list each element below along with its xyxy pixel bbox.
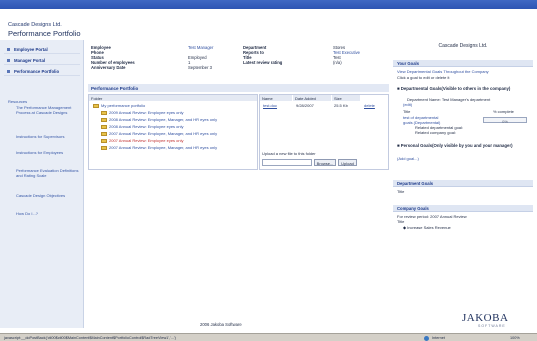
footer-copyright: 2006 Jakoba Software — [200, 322, 242, 327]
company-goal-item: ◆ Increase Sales Revenue — [403, 225, 451, 230]
resources-heading: Resources — [8, 99, 28, 104]
file-size-header: Size — [332, 95, 360, 101]
file-name-header: Name — [260, 95, 292, 101]
file-date: 9/28/2007 — [296, 103, 314, 108]
browser-status-bar: javascript:__doPostBack('ctl00$ctl00$Mai… — [0, 333, 537, 341]
bullet-icon — [7, 70, 10, 73]
folder-label: 2007 Annual Review: Employee, Manager, a… — [109, 145, 218, 150]
your-goals-header: Your Goals — [393, 60, 533, 67]
company-goal-text: Increase Sales Revenue — [407, 225, 451, 230]
folder-root[interactable]: My performance portfolio — [93, 103, 145, 109]
status-url: javascript:__doPostBack('ctl00$ctl00$Mai… — [4, 335, 176, 340]
jakoba-logo: JAKOBA — [462, 312, 509, 324]
security-zone: Internet — [432, 335, 445, 340]
sidebar: Employee Portal Manager Portal Performan… — [0, 40, 84, 328]
nav-performance-portfolio[interactable]: Performance Portfolio — [4, 67, 80, 76]
globe-icon — [424, 335, 429, 341]
latest-rating-value: (n/a) — [333, 60, 342, 65]
folder-label: 2007 Annual Review: Employee, Manager, a… — [109, 131, 218, 136]
file-date-header: Date Added — [293, 95, 331, 101]
personal-goals-title: ■ Personal Goals(Only visible by you and… — [397, 143, 513, 148]
nav-label: Manager Portal — [14, 58, 46, 63]
goals-panel: Cascade Designs Ltd. Your Goals View Dep… — [393, 40, 533, 328]
company-name: Cascade Designs Ltd. — [8, 22, 62, 28]
department-goals-header: Department Goals — [393, 180, 533, 187]
folder-label: 2007 Annual Review: Employee eyes only — [109, 138, 184, 143]
folder-icon — [101, 117, 107, 122]
folder-icon — [101, 138, 107, 143]
add-goal-link[interactable]: (Add goal...) — [397, 156, 419, 162]
folder-item[interactable]: 2007 Annual Review: Employee, Manager, a… — [101, 145, 217, 151]
employee-value[interactable]: Test Manager — [188, 45, 213, 50]
bullet-icon — [7, 48, 10, 51]
company-goals-header: Company Goals — [393, 205, 533, 212]
folder-item[interactable]: 2008 Annual Review: Employee eyes only — [101, 124, 184, 130]
folder-icon — [101, 131, 107, 136]
review-period-text: For review period: 2007 Annual Review — [397, 214, 467, 219]
folder-column-header: Folder — [89, 95, 257, 101]
anniversary-label: Anniversary Date — [91, 65, 126, 70]
latest-rating-label: Latest review rating — [243, 60, 283, 65]
personal-goals-title-text: Personal Goals(Only visible by you and y… — [400, 143, 513, 148]
browser-top-bar — [0, 0, 537, 9]
dept-goals-title-label: Title — [397, 189, 405, 194]
folder-item[interactable]: 2007 Annual Review: Employee, Manager, a… — [101, 131, 217, 137]
nav-label: Performance Portfolio — [14, 69, 60, 74]
folder-label: 2008 Annual Review: Employee, Manager, a… — [109, 117, 218, 122]
anniversary-value: September 3 — [188, 65, 212, 70]
link-design-objectives[interactable]: Cascade Design Objectives — [16, 193, 80, 198]
file-size: 25.5 Kb — [334, 103, 348, 108]
folder-label: 2009 Annual Review: Employee eyes only — [109, 110, 184, 115]
main-content: Employee Test Manager Phone Status Emplo… — [88, 40, 389, 328]
link-how-do-i[interactable]: How Do I...? — [16, 211, 80, 216]
link-performance-management-process[interactable]: The Performance Management Process at Ca… — [16, 105, 80, 115]
folder-item-selected[interactable]: 2007 Annual Review: Employee eyes only — [101, 138, 184, 144]
upload-file-input[interactable] — [262, 159, 312, 166]
browse-button[interactable]: Browse... — [314, 159, 336, 166]
link-evaluation-definitions[interactable]: Performance Evaluation Definitions and R… — [16, 168, 80, 178]
nav-label: Employee Portal — [14, 47, 48, 52]
page-title: Performance Portfolio — [8, 29, 81, 38]
dept-goals-title-text: Departmental Goals(Visible to others in … — [400, 86, 511, 91]
click-goal-hint: Click a goal to edit or delete it — [397, 75, 450, 80]
dept-name-text: Department Name: Test Manager's departme… — [407, 97, 491, 102]
bullet-icon — [7, 59, 10, 62]
folder-label: My performance portfolio — [101, 103, 146, 108]
nav-manager-portal[interactable]: Manager Portal — [4, 56, 80, 65]
upload-label: Upload a new file to this folder — [262, 151, 316, 156]
page-header — [0, 9, 537, 36]
related-company-goal: Related company goal: — [415, 130, 456, 135]
upload-button[interactable]: Upload — [338, 159, 357, 166]
folder-label: 2008 Annual Review: Employee eyes only — [109, 124, 184, 129]
pct-complete-label: % complete — [493, 109, 514, 114]
folder-icon — [101, 145, 107, 150]
folder-icon — [101, 110, 107, 115]
folder-item[interactable]: 2008 Annual Review: Employee, Manager, a… — [101, 117, 217, 123]
file-list-panel: Name Date Added Size test.doc 9/28/2007 … — [259, 94, 389, 170]
link-instructions-employees[interactable]: Instructions for Employees — [16, 150, 80, 155]
jakoba-logo-subtitle: SOFTWARE — [478, 324, 506, 328]
zoom-level[interactable]: 100% — [510, 336, 520, 340]
folder-icon — [101, 124, 107, 129]
file-name-link[interactable]: test.doc — [263, 103, 277, 108]
right-company-name: Cascade Designs Ltd. — [438, 43, 488, 49]
portfolio-section-title: Performance Portfolio — [88, 84, 389, 92]
delete-file-link[interactable]: delete — [364, 103, 375, 108]
link-instructions-supervisors[interactable]: Instructions for Supervisors — [16, 134, 80, 139]
nav-employee-portal[interactable]: Employee Portal — [4, 45, 80, 54]
status-value: Employed — [188, 55, 207, 60]
dept-goals-title: ■ Departmental Goals(Visible to others i… — [397, 86, 511, 91]
folder-icon — [93, 103, 99, 108]
folder-tree-panel: Folder My performance portfolio 2009 Ann… — [88, 94, 258, 170]
edit-link[interactable]: (edit) — [403, 102, 412, 108]
folder-item[interactable]: 2009 Annual Review: Employee eyes only — [101, 110, 184, 116]
pct-complete-bar: 0% — [483, 117, 527, 124]
